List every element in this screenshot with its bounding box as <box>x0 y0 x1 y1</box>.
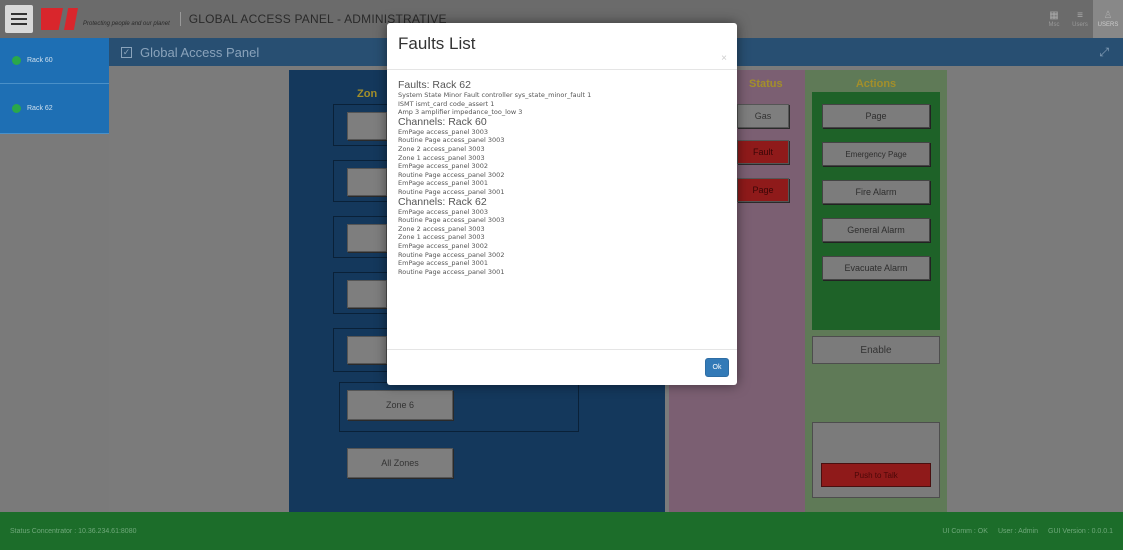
zone-button[interactable] <box>347 224 387 252</box>
actions-title: Actions <box>855 78 897 90</box>
zone-button[interactable] <box>347 168 387 196</box>
fire-alarm-button[interactable]: Fire Alarm <box>822 180 930 204</box>
expand-icon[interactable]: ⤢ <box>1099 45 1109 60</box>
panel-title: Global Access Panel <box>140 44 260 60</box>
edit-check-icon: ✓ <box>121 46 132 58</box>
fault-line: EmPage access_panel 3002 <box>398 162 489 171</box>
section-heading: Channels: Rack 60 <box>398 115 487 128</box>
user-icon: ♙ <box>1103 10 1113 21</box>
dialog-footer: Ok <box>387 349 737 385</box>
fault-line: System State Minor Fault controller sys_… <box>398 91 592 99</box>
zone-6-button[interactable]: Zone 6 <box>347 390 453 420</box>
zones-title: Zon <box>357 88 378 100</box>
push-to-talk-panel: Push to Talk <box>812 422 940 498</box>
fault-line: EmPage access_panel 3003 <box>398 127 489 136</box>
close-icon[interactable]: × <box>721 53 727 64</box>
fault-line: Zone 1 access_panel 3003 <box>398 233 485 242</box>
grid-icon: ▦ <box>1049 10 1059 21</box>
section-heading: Faults: Rack 62 <box>398 79 471 91</box>
fault-line: ISMT ismt_card code_assert 1 <box>398 99 495 108</box>
page-status-button[interactable]: Page <box>737 178 789 202</box>
sidebar-item-label: Rack 60 <box>27 57 53 64</box>
fault-line: Routine Page access_panel 3002 <box>398 170 505 179</box>
zone-button[interactable] <box>347 280 387 308</box>
status-dot-icon <box>12 104 21 113</box>
gas-status-button[interactable]: Gas <box>737 104 789 128</box>
sidebar: Rack 60 Rack 62 <box>0 38 109 512</box>
current-user: User : Admin <box>997 527 1039 535</box>
all-zones-button[interactable]: All Zones <box>347 448 453 478</box>
top-right-controls: ▦ Msc ≡ Users ♙ USERS <box>1041 0 1123 38</box>
fault-line: EmPage access_panel 3001 <box>398 259 489 268</box>
general-alarm-button[interactable]: General Alarm <box>822 218 930 242</box>
fault-line: Zone 2 access_panel 3003 <box>398 144 485 153</box>
section-heading: Channels: Rack 62 <box>398 195 487 208</box>
evacuate-alarm-button[interactable]: Evacuate Alarm <box>822 256 930 280</box>
fault-line: Routine Page access_panel 3001 <box>398 267 505 276</box>
fault-line: Routine Page access_panel 3002 <box>398 250 505 259</box>
emergency-page-button[interactable]: Emergency Page <box>822 142 930 166</box>
fault-line: EmPage access_panel 3002 <box>398 241 489 250</box>
zone-button[interactable] <box>347 112 387 140</box>
users-label: Users <box>1072 22 1088 28</box>
zone-button[interactable] <box>347 336 387 364</box>
logo-mark-accent <box>64 8 78 30</box>
enable-button[interactable]: Enable <box>812 336 940 364</box>
dialog-title: Faults List <box>398 34 476 53</box>
msc-label: Msc <box>1048 22 1060 28</box>
users-button[interactable]: ≡ Users <box>1067 0 1093 38</box>
logo-tagline: Protecting people and our planet <box>83 21 170 27</box>
company-logo: Protecting people and our planet <box>41 8 170 30</box>
push-to-talk-button[interactable]: Push to Talk <box>821 463 931 487</box>
page-button[interactable]: Page <box>822 104 930 128</box>
fault-line: Routine Page access_panel 3003 <box>398 216 505 225</box>
sidebar-item-label: Rack 62 <box>27 105 53 112</box>
dialog-header: Faults List × <box>387 23 737 70</box>
ok-button[interactable]: Ok <box>705 358 729 377</box>
fault-line: Routine Page access_panel 3003 <box>398 136 505 145</box>
fault-line: Zone 1 access_panel 3003 <box>398 153 485 162</box>
faults-list-body: Faults: Rack 62 System State Minor Fault … <box>387 70 737 276</box>
status-dot-icon <box>12 56 21 65</box>
faults-list-dialog: Faults List × Faults: Rack 62 System Stat… <box>387 23 737 385</box>
hamburger-menu-icon[interactable] <box>5 5 33 33</box>
msc-button[interactable]: ▦ Msc <box>1041 0 1067 38</box>
status-bar: Status Concentrator : 10.36.234.61:8080 … <box>0 512 1123 550</box>
sidebar-item-rack-60[interactable]: Rack 60 <box>0 38 109 84</box>
status-concentrator: Status Concentrator : 10.36.234.61:8080 <box>10 527 137 535</box>
fault-line: Zone 2 access_panel 3003 <box>398 224 485 233</box>
fault-line: EmPage access_panel 3003 <box>398 207 489 216</box>
logo-mark <box>41 8 63 30</box>
fault-line: EmPage access_panel 3001 <box>398 179 489 188</box>
user-account-label: USERS <box>1097 22 1119 28</box>
list-icon: ≡ <box>1077 10 1083 21</box>
gui-version: GUI Version : 0.0.0.1 <box>1048 527 1113 535</box>
actions-panel: Page Emergency Page Fire Alarm General A… <box>812 92 940 330</box>
status-title: Status <box>749 78 783 90</box>
sidebar-item-rack-62[interactable]: Rack 62 <box>0 84 109 134</box>
ui-comm-status: UI Comm : OK <box>942 527 988 535</box>
actions-column: Actions Page Emergency Page Fire Alarm G… <box>805 70 947 512</box>
fault-status-button[interactable]: Fault <box>737 140 789 164</box>
user-account-button[interactable]: ♙ USERS <box>1093 0 1123 38</box>
